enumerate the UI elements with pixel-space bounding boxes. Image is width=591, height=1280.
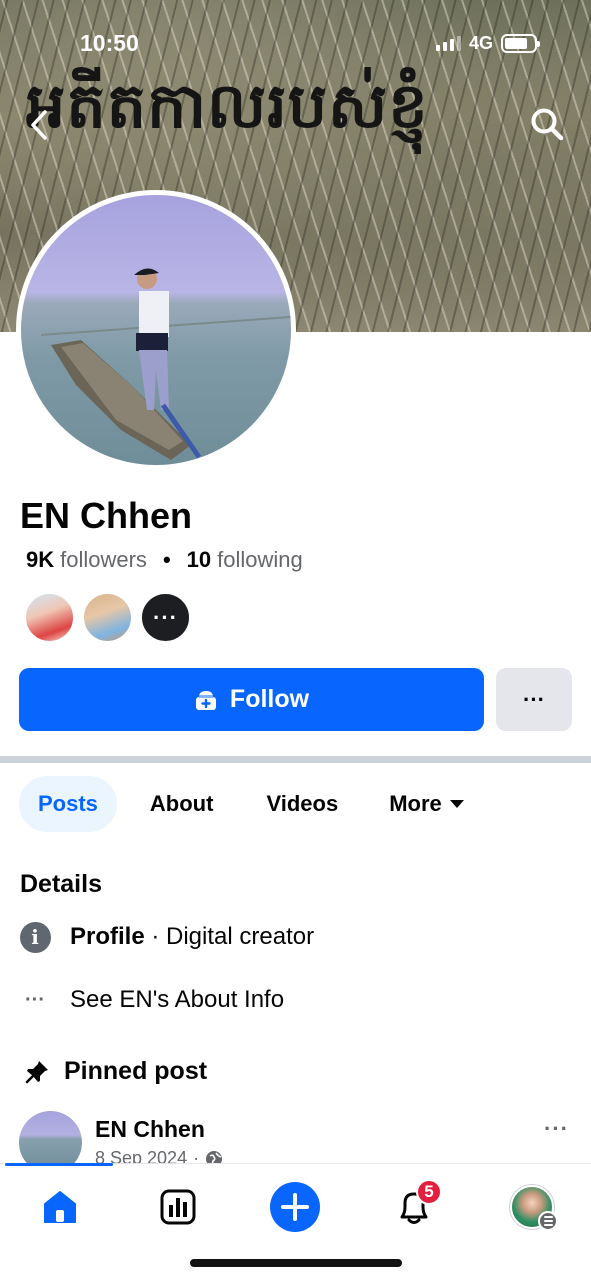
mutual-friends[interactable]: ··· xyxy=(24,592,191,643)
pinned-post-heading: Pinned post xyxy=(24,1057,207,1086)
battery-icon xyxy=(501,34,540,53)
more-dots-icon: ··· xyxy=(25,988,45,1011)
more-friends-button[interactable]: ··· xyxy=(140,592,191,643)
post-more-button[interactable]: ··· xyxy=(544,1116,569,1142)
nav-profile-menu[interactable] xyxy=(502,1182,562,1232)
home-icon xyxy=(44,1191,76,1223)
more-options-button[interactable]: ··· xyxy=(496,668,572,731)
profile-type-row: i Profile · Digital creator xyxy=(18,920,314,954)
about-info-link[interactable]: ··· See EN's About Info xyxy=(18,983,284,1017)
active-tab-indicator xyxy=(5,1163,113,1166)
nav-notifications[interactable]: 5 xyxy=(384,1179,444,1232)
caret-down-icon xyxy=(449,800,464,808)
section-divider xyxy=(0,756,591,763)
back-button[interactable] xyxy=(24,108,54,142)
status-indicators: 4G xyxy=(435,33,540,54)
tab-more-label: More xyxy=(389,791,442,816)
notification-badge: 5 xyxy=(416,1179,442,1205)
profile-type-separator: · xyxy=(144,923,167,950)
tab-videos[interactable]: Videos xyxy=(247,776,357,832)
tab-posts[interactable]: Posts xyxy=(19,776,117,832)
nav-home[interactable] xyxy=(30,1182,90,1232)
chevron-left-icon xyxy=(31,110,47,140)
about-info-label: See EN's About Info xyxy=(70,986,285,1013)
details-heading: Details xyxy=(20,870,102,898)
dashboard-icon xyxy=(160,1189,196,1225)
menu-icon xyxy=(538,1211,558,1231)
profile-picture[interactable] xyxy=(16,190,296,470)
profile-photo xyxy=(21,195,291,465)
pinned-post[interactable]: EN Chhen 8 Sep 2024 · ··· xyxy=(19,1110,591,1166)
search-button[interactable] xyxy=(527,104,567,144)
post-author-avatar[interactable] xyxy=(19,1111,82,1166)
profile-type-label: Profile xyxy=(70,923,145,950)
follow-button[interactable]: Follow xyxy=(19,668,484,731)
network-type: 4G xyxy=(468,33,493,53)
followers-label[interactable]: followers xyxy=(60,547,147,573)
friend-avatar[interactable] xyxy=(82,592,133,643)
profile-type-value: Digital creator xyxy=(166,923,315,950)
status-time: 10:50 xyxy=(80,30,139,56)
cover-title-text: អតីតកាលរបស់ខ្ញុំ xyxy=(26,69,429,142)
following-label[interactable]: following xyxy=(217,547,303,573)
follow-label: Follow xyxy=(229,685,310,713)
search-icon xyxy=(531,108,564,141)
followers-count[interactable]: 9K xyxy=(26,547,54,573)
following-count[interactable]: 10 xyxy=(187,547,211,573)
nav-create[interactable] xyxy=(265,1182,325,1232)
profile-tabs: Posts About Videos More xyxy=(19,776,483,832)
post-author-name[interactable]: EN Chhen xyxy=(95,1116,205,1143)
nav-dashboard[interactable] xyxy=(148,1182,208,1232)
stats-separator: • xyxy=(162,547,171,572)
home-indicator[interactable] xyxy=(190,1259,402,1267)
pinned-post-label: Pinned post xyxy=(64,1057,208,1085)
signal-icon xyxy=(435,36,461,51)
tab-about[interactable]: About xyxy=(131,776,233,832)
profile-name: EN Chhen xyxy=(20,495,193,536)
tab-more[interactable]: More xyxy=(370,776,483,832)
friend-avatar[interactable] xyxy=(24,592,75,643)
info-icon: i xyxy=(19,921,51,953)
create-plus-icon xyxy=(270,1182,320,1232)
follow-user-icon xyxy=(195,690,216,710)
my-avatar xyxy=(510,1185,558,1231)
pin-icon xyxy=(25,1060,48,1083)
follow-stats: 9K followers • 10 following xyxy=(26,547,303,573)
